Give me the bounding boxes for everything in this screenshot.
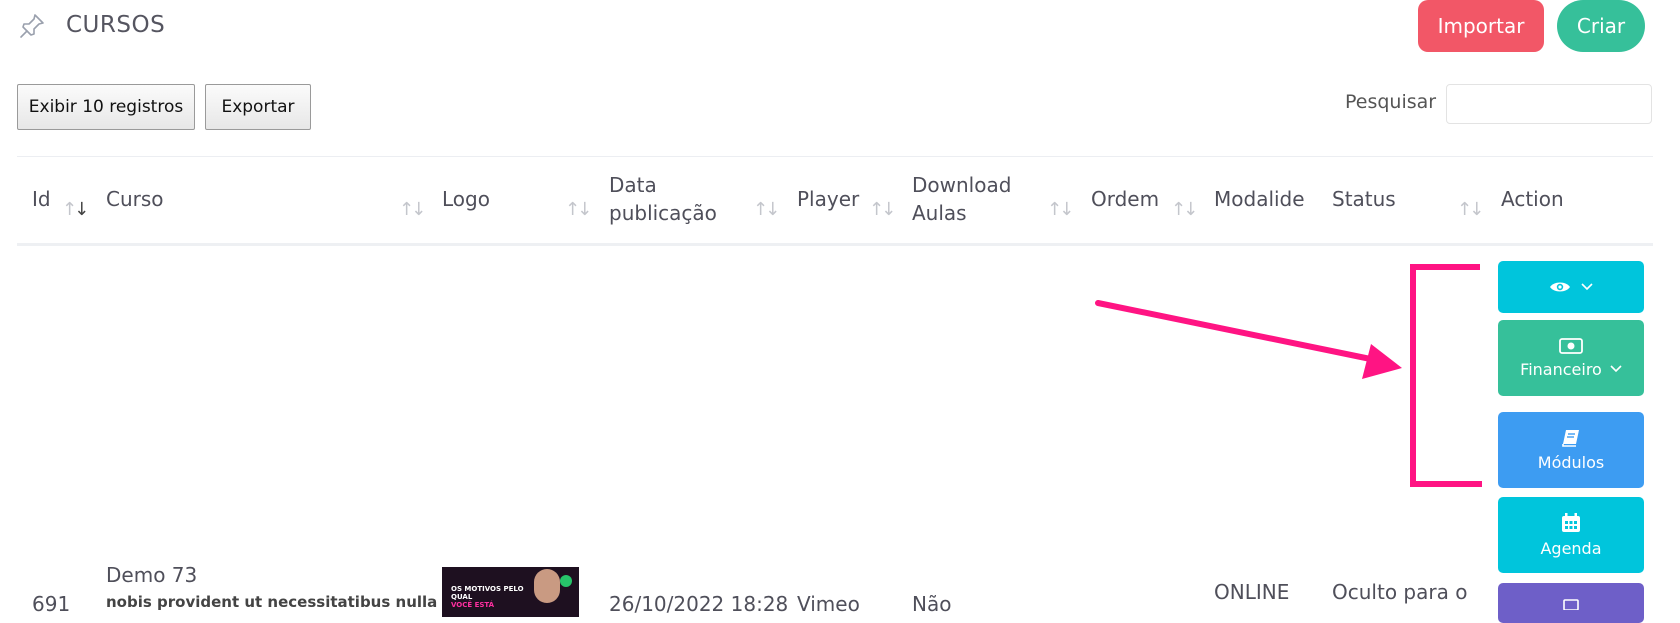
column-header-download-line1: Download: [912, 173, 1012, 197]
search-label: Pesquisar: [1345, 91, 1437, 113]
sort-icon-order[interactable]: ↑↓: [1171, 199, 1198, 220]
import-button[interactable]: Importar: [1418, 0, 1544, 52]
chevron-down-icon: [1581, 283, 1593, 291]
view-dropdown-button[interactable]: [1498, 261, 1644, 313]
column-header-modality: Modalide: [1214, 187, 1305, 211]
modules-button[interactable]: Módulos: [1498, 412, 1644, 488]
column-header-logo[interactable]: Logo: [442, 185, 490, 213]
agenda-button[interactable]: Agenda: [1498, 497, 1644, 573]
money-bill-icon: [1559, 337, 1583, 354]
row-id: 691: [32, 592, 71, 616]
eye-icon: [1550, 282, 1570, 292]
column-header-download-line2: Aulas: [912, 201, 967, 225]
course-logo-thumbnail: OS MOTIVOS PELO QUAL VOCÊ ESTÁ: [442, 567, 579, 617]
row-course-desc: nobis provident ut necessitatibus nulla: [106, 593, 438, 611]
document-icon: [1563, 599, 1579, 610]
row-download: Não: [912, 592, 952, 616]
export-button[interactable]: Exportar: [205, 84, 311, 130]
search-input[interactable]: [1446, 84, 1652, 124]
agenda-label: Agenda: [1540, 538, 1602, 558]
financial-dropdown-button[interactable]: Financeiro: [1498, 320, 1644, 396]
column-header-status[interactable]: Status: [1332, 185, 1396, 213]
thumb-text-line3: VOCÊ ESTÁ: [451, 601, 495, 609]
table-top-divider: [17, 156, 1653, 157]
column-header-player[interactable]: Player: [797, 185, 859, 213]
row-player: Vimeo: [797, 592, 860, 616]
thumb-badge: [560, 575, 572, 587]
column-header-order[interactable]: Ordem: [1091, 185, 1159, 213]
thumb-text-line2: QUAL: [451, 593, 473, 601]
pin-icon: [20, 14, 44, 38]
calendar-icon: [1562, 512, 1580, 532]
row-course-name[interactable]: Demo 73: [106, 563, 197, 587]
sort-icon-date[interactable]: ↑↓: [753, 199, 780, 220]
thumb-text-line1: OS MOTIVOS PELO: [451, 585, 524, 593]
thumb-person-figure: [534, 569, 560, 603]
column-header-date[interactable]: Data publicação: [609, 171, 717, 227]
page-title: CURSOS: [66, 12, 166, 38]
create-button[interactable]: Criar: [1557, 0, 1645, 52]
column-header-date-line2: publicação: [609, 201, 717, 225]
sort-icon-status[interactable]: ↑↓: [1457, 199, 1484, 220]
sort-icon-download[interactable]: ↑↓: [1047, 199, 1074, 220]
sort-icon-id[interactable]: ↑↓: [62, 199, 89, 220]
modules-label: Módulos: [1537, 452, 1605, 472]
annotation-arrow-bracket: [1095, 264, 1482, 487]
column-header-date-line1: Data: [609, 173, 657, 197]
chevron-down-icon: [1610, 365, 1622, 373]
column-header-action: Action: [1501, 187, 1564, 211]
column-header-id[interactable]: Id: [32, 185, 51, 213]
sort-icon-player[interactable]: ↑↓: [869, 199, 896, 220]
sort-icon-course[interactable]: ↑↓: [399, 199, 426, 220]
column-header-download[interactable]: Download Aulas: [912, 171, 1011, 227]
table-header-divider: [17, 243, 1653, 246]
row-status: Oculto para o: [1332, 580, 1468, 604]
extra-action-button[interactable]: [1498, 583, 1644, 623]
column-header-course[interactable]: Curso: [106, 185, 164, 213]
row-date: 26/10/2022 18:28: [609, 592, 789, 616]
records-per-page-button[interactable]: Exibir 10 registros: [17, 84, 195, 130]
financial-label: Financeiro: [1520, 359, 1602, 379]
row-modality: ONLINE: [1214, 580, 1290, 604]
sort-icon-logo[interactable]: ↑↓: [565, 199, 592, 220]
book-icon: [1562, 429, 1579, 447]
